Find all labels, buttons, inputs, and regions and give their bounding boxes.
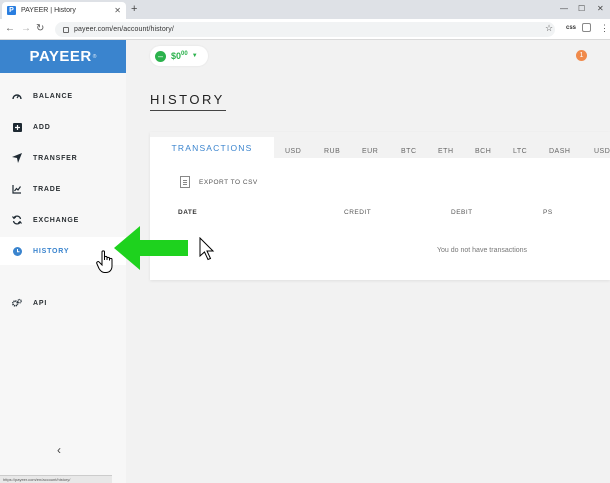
sidebar-item-trade[interactable]: TRADE (0, 175, 126, 203)
sidebar-item-label: API (33, 299, 48, 307)
sidebar-item-label: ADD (33, 123, 51, 131)
logo-text: PAYEER (29, 48, 92, 65)
minus-circle-icon: – (155, 50, 166, 62)
sidebar-item-transfer[interactable]: TRANSFER (0, 144, 126, 172)
browser-tab[interactable]: P PAYEER | History ✕ (2, 2, 126, 19)
column-header-ps: PS (543, 209, 553, 216)
gears-icon (12, 298, 22, 308)
tab-usd[interactable]: USD (285, 148, 301, 155)
lock-icon (63, 26, 69, 33)
notification-badge[interactable]: 1 (576, 50, 587, 61)
column-header-debit: DEBIT (451, 209, 473, 216)
browser-status-bar: https://payeer.com/en/account/history/ (0, 475, 112, 483)
title-underline (150, 110, 226, 111)
document-icon (180, 176, 190, 188)
send-icon (12, 153, 22, 163)
tab-dash[interactable]: DASH (549, 148, 570, 155)
forward-icon[interactable]: → (21, 23, 31, 34)
column-header-credit: CREDIT (344, 209, 372, 216)
arrow-cursor-icon (199, 237, 215, 261)
tab-rub[interactable]: RUB (324, 148, 340, 155)
browser-tab-bar: P PAYEER | History ✕ + — ☐ ✕ (0, 0, 610, 19)
tab-eur[interactable]: EUR (362, 148, 378, 155)
currency-tabs: TRANSACTIONS USD RUB EUR BTC ETH BCH LTC… (150, 132, 610, 158)
balance-cents: 00 (181, 51, 188, 57)
sidebar-item-label: EXCHANGE (33, 216, 80, 224)
main-content: – $000 ▼ 1 HISTORY TRANSACTIONS USD RUB … (126, 40, 610, 483)
extension-icon[interactable] (582, 23, 591, 32)
balance-dropdown[interactable]: – $000 ▼ (150, 46, 208, 66)
sidebar-item-balance[interactable]: BALANCE (0, 82, 126, 110)
tab-eth[interactable]: ETH (438, 148, 454, 155)
css-extension-icon[interactable]: css (566, 25, 576, 31)
sidebar-item-label: TRADE (33, 185, 62, 193)
annotation-arrow-icon (114, 226, 188, 270)
chart-icon (12, 184, 22, 194)
sidebar-item-label: HISTORY (33, 247, 70, 255)
export-csv-label: EXPORT TO CSV (199, 178, 258, 186)
browser-toolbar: ← → ↻ payeer.com/en/account/history/ ☆ c… (0, 19, 610, 40)
column-header-date: DATE (178, 209, 198, 216)
back-icon[interactable]: ← (5, 23, 15, 34)
sidebar-item-label: TRANSFER (33, 154, 78, 162)
hand-cursor-icon (96, 250, 113, 273)
empty-state-message: You do not have transactions (437, 247, 528, 254)
browser-tab-title: PAYEER | History (21, 7, 76, 14)
address-url: payeer.com/en/account/history/ (74, 26, 174, 33)
tab-bch[interactable]: BCH (475, 148, 491, 155)
export-csv-button[interactable]: EXPORT TO CSV (180, 176, 258, 188)
plus-square-icon (12, 122, 22, 132)
tab-btc[interactable]: BTC (401, 148, 417, 155)
collapse-sidebar-icon[interactable]: ‹ (57, 443, 61, 457)
address-bar[interactable]: payeer.com/en/account/history/ (55, 22, 555, 37)
tab-ltc[interactable]: LTC (513, 148, 527, 155)
browser-menu-icon[interactable]: ⋮ (600, 23, 609, 34)
page-title: HISTORY (150, 92, 225, 107)
gauge-icon (12, 91, 22, 101)
payeer-logo[interactable]: PAYEER ® (0, 40, 126, 73)
reload-icon[interactable]: ↻ (36, 23, 44, 34)
sidebar-item-add[interactable]: ADD (0, 113, 126, 141)
window-close-icon[interactable]: ✕ (597, 4, 604, 13)
exchange-icon (12, 215, 22, 225)
caret-down-icon: ▼ (191, 53, 198, 59)
payeer-favicon: P (7, 6, 16, 15)
tab-transactions[interactable]: TRANSACTIONS (150, 137, 274, 158)
tab-usdt[interactable]: USDT (594, 148, 610, 155)
sidebar-item-label: BALANCE (33, 92, 73, 100)
logo-registered-mark: ® (92, 53, 97, 60)
new-tab-icon[interactable]: + (131, 3, 137, 15)
maximize-icon[interactable]: ☐ (578, 4, 585, 13)
sidebar-item-exchange[interactable]: EXCHANGE (0, 206, 126, 234)
history-card: TRANSACTIONS USD RUB EUR BTC ETH BCH LTC… (150, 132, 610, 280)
bookmark-star-icon[interactable]: ☆ (545, 23, 553, 34)
clock-icon (12, 246, 22, 256)
sidebar-item-api[interactable]: API (0, 289, 126, 317)
minimize-icon[interactable]: — (560, 4, 568, 13)
close-tab-icon[interactable]: ✕ (114, 6, 121, 15)
balance-amount: $000 (171, 51, 188, 61)
